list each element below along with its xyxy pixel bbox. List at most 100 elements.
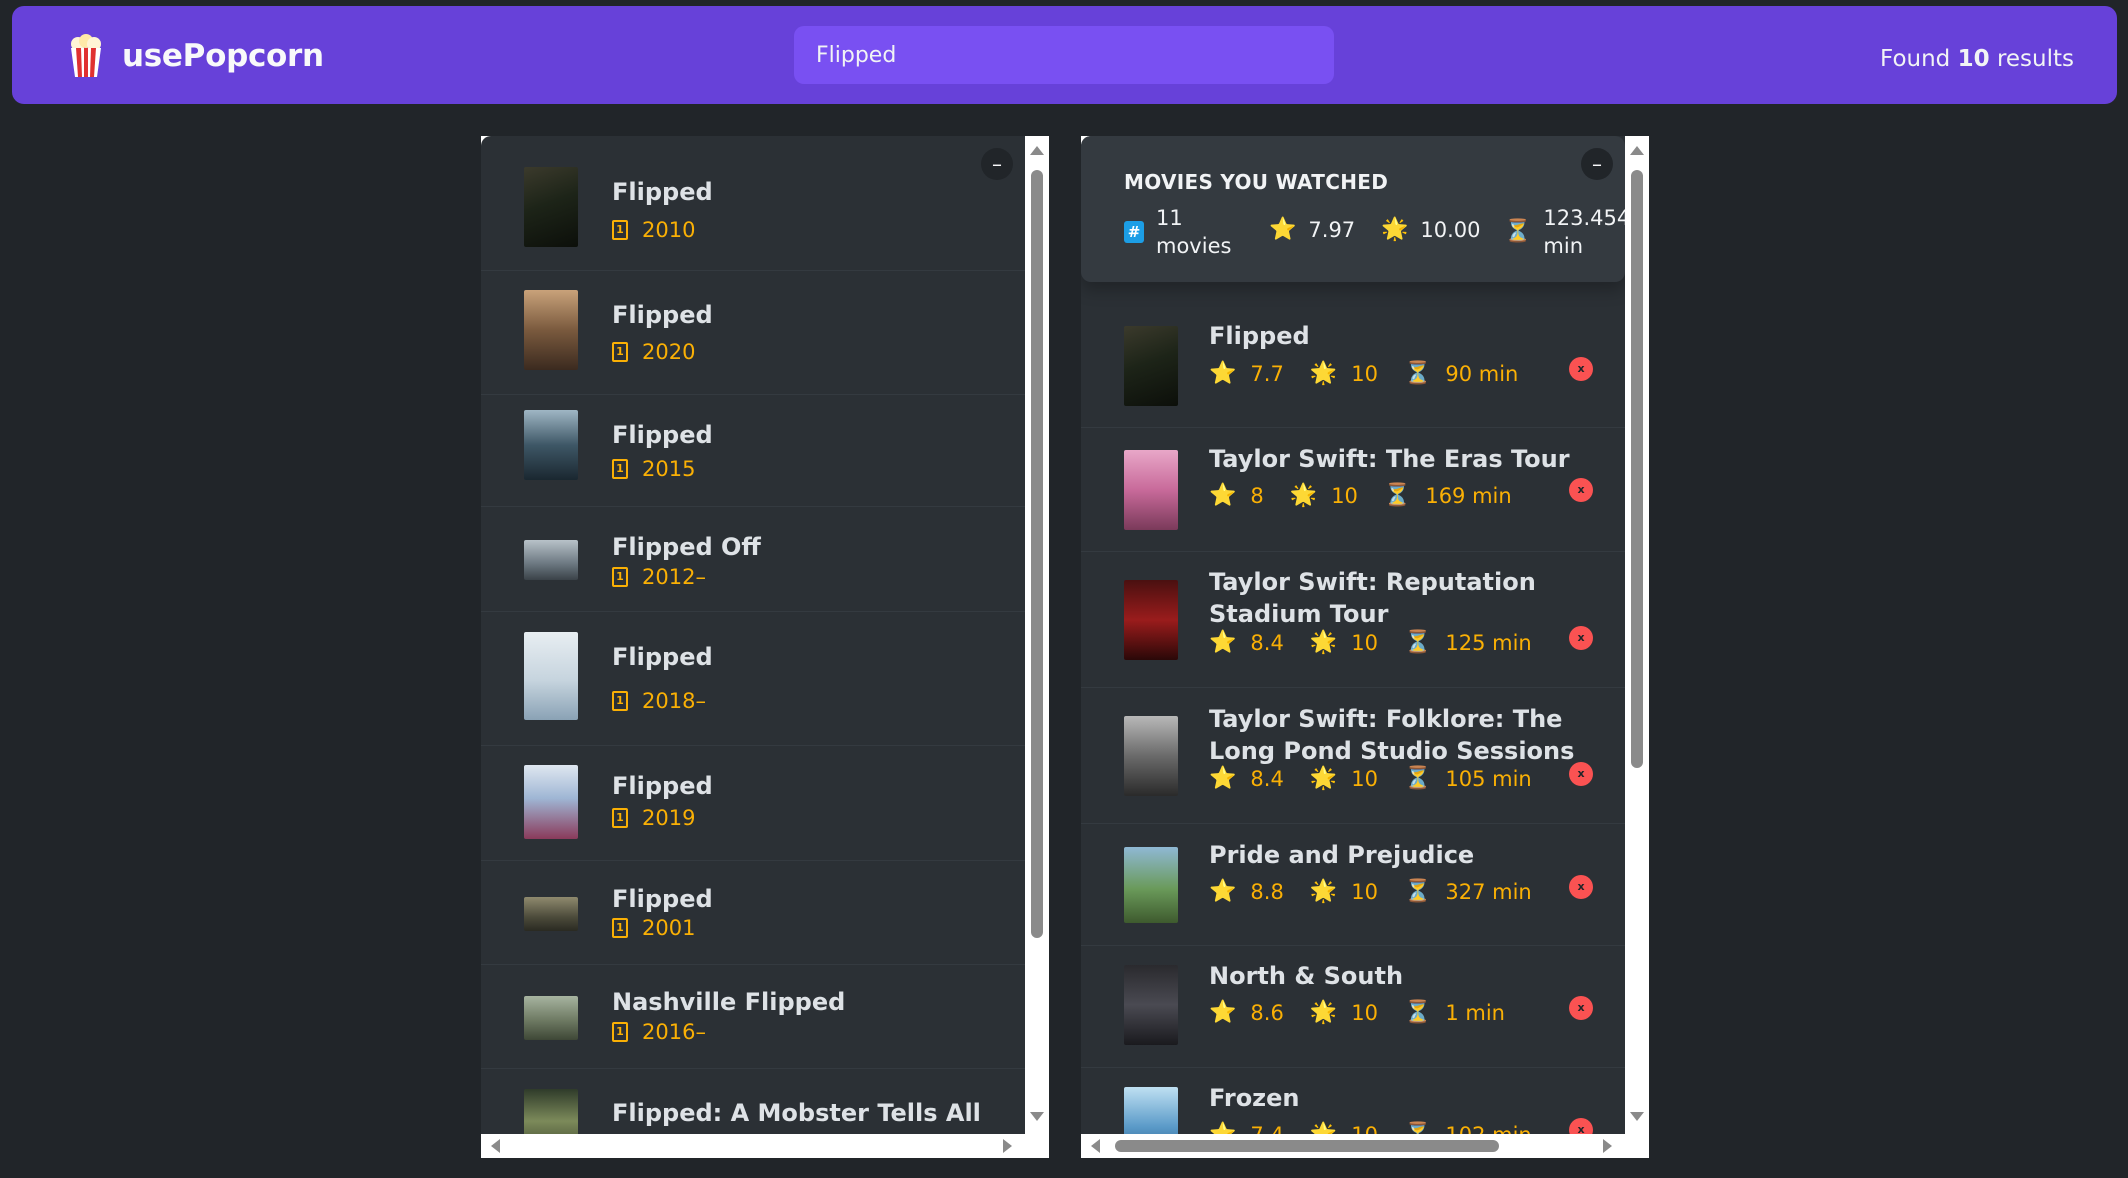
summary-title: MOVIES YOU WATCHED — [1124, 170, 1389, 194]
movie-poster — [1124, 580, 1178, 660]
results-count: Found 10 results — [1880, 46, 2074, 72]
imdb-rating: 7.4 — [1250, 1123, 1283, 1134]
movie-list-item[interactable]: Nashville Flipped 1 2016– — [481, 965, 1025, 1069]
user-rating: 10 — [1351, 1123, 1378, 1134]
hash-icon: # — [1124, 221, 1144, 243]
movie-title: Flipped — [612, 885, 713, 913]
scrollbar-thumb[interactable] — [1031, 170, 1043, 938]
collapse-results-button[interactable]: – — [981, 148, 1013, 180]
calendar-icon: 1 — [612, 567, 628, 587]
movie-list-item[interactable]: Flipped 1 2018– — [481, 612, 1025, 746]
glowing-star-icon: 🌟 — [1309, 1000, 1338, 1025]
scroll-up-arrow-icon[interactable] — [1030, 146, 1044, 155]
collapse-watched-button[interactable]: – — [1581, 148, 1613, 180]
watched-movie-item: Taylor Swift: Reputation Stadium Tour ⭐ 8… — [1081, 552, 1625, 688]
watched-movie-item: Flipped ⭐ 7.7 🌟 10 ⏳ 90 min x — [1081, 306, 1625, 428]
star-icon: ⭐ — [1209, 1000, 1237, 1025]
movie-year: 1 2015 — [612, 457, 695, 481]
movie-title: Taylor Swift: Reputation Stadium Tour — [1209, 568, 1536, 628]
scroll-right-arrow-icon[interactable] — [1603, 1139, 1612, 1153]
calendar-icon: 1 — [612, 220, 628, 240]
scroll-left-arrow-icon[interactable] — [491, 1139, 500, 1153]
year-text: 2015 — [642, 457, 696, 481]
movie-poster — [1124, 847, 1178, 923]
movie-year: 1 2001 — [612, 916, 695, 940]
avg-runtime: 123.4545 — [1543, 206, 1625, 230]
user-rating: 10 — [1351, 1001, 1378, 1025]
glowing-star-icon: 🌟 — [1310, 1124, 1337, 1135]
movie-poster — [524, 897, 578, 931]
delete-button[interactable]: x — [1569, 1118, 1593, 1134]
hourglass-icon: ⏳ — [1403, 361, 1432, 386]
delete-button[interactable]: x — [1569, 626, 1593, 650]
watched-list[interactable]: – MOVIES YOU WATCHED # 11 movies ⭐ 7.97 … — [1081, 136, 1625, 1134]
movie-title: Flipped — [612, 643, 713, 671]
movie-poster — [524, 632, 578, 720]
calendar-icon: 1 — [612, 691, 628, 711]
results-prefix: Found — [1880, 46, 1951, 72]
search-input[interactable] — [794, 26, 1334, 84]
movie-list-item[interactable]: Flipped: A Mobster Tells All — [481, 1069, 1025, 1134]
movie-list-item[interactable]: Flipped 1 2020 — [481, 271, 1025, 395]
movie-stats: ⭐ 8.6 🌟 10 ⏳ 1 min — [1209, 1001, 1531, 1025]
results-horizontal-scrollbar[interactable] — [481, 1134, 1025, 1158]
scrollbar-thumb[interactable] — [1115, 1140, 1499, 1152]
runtime: 102 min — [1445, 1123, 1531, 1134]
scrollbar-thumb[interactable] — [1631, 170, 1643, 768]
stat-avg-imdb: ⭐ 7.97 — [1269, 218, 1355, 242]
movie-stats: ⭐ 7.7 🌟 10 ⏳ 90 min — [1209, 362, 1544, 386]
app-name: usePopcorn — [122, 38, 324, 74]
movie-title: Flipped — [612, 421, 713, 449]
search-results-list[interactable]: – Flipped 1 2010 Flipped 1 2020 Flipped … — [481, 136, 1025, 1134]
delete-button[interactable]: x — [1569, 357, 1593, 381]
movie-list-item[interactable]: Flipped 1 2019 — [481, 746, 1025, 861]
glowing-star-icon: 🌟 — [1309, 766, 1338, 791]
imdb-rating: 8.4 — [1250, 767, 1284, 791]
scroll-up-arrow-icon[interactable] — [1630, 146, 1644, 155]
watched-movie-item: North & South ⭐ 8.6 🌟 10 ⏳ 1 min x — [1081, 946, 1625, 1068]
movie-poster — [524, 765, 578, 839]
movie-list-item[interactable]: Flipped Off 1 2012– — [481, 507, 1025, 612]
delete-button[interactable]: x — [1569, 762, 1593, 786]
scroll-right-arrow-icon[interactable] — [1003, 1139, 1012, 1153]
delete-button[interactable]: x — [1569, 875, 1593, 899]
navbar: usePopcorn Found 10 results — [12, 6, 2117, 104]
scroll-down-arrow-icon[interactable] — [1630, 1112, 1644, 1121]
popcorn-icon — [71, 34, 101, 77]
movie-title: Flipped — [612, 772, 713, 800]
movie-list-item[interactable]: Flipped 1 2001 — [481, 861, 1025, 965]
hourglass-icon: ⏳ — [1383, 483, 1412, 508]
watched-movie-item: Taylor Swift: Folklore: The Long Pond St… — [1081, 688, 1625, 824]
results-suffix: results — [1996, 46, 2074, 72]
movie-stats: ⭐ 8.4 🌟 10 ⏳ 125 min — [1209, 631, 1558, 655]
star-icon: ⭐ — [1209, 361, 1237, 386]
glowing-star-icon: 🌟 — [1309, 361, 1338, 386]
movie-poster — [524, 290, 578, 370]
watched-vertical-scrollbar[interactable] — [1625, 136, 1649, 1134]
scroll-left-arrow-icon[interactable] — [1091, 1139, 1100, 1153]
user-rating: 10 — [1331, 484, 1358, 508]
year-text: 2020 — [642, 340, 696, 364]
delete-button[interactable]: x — [1569, 478, 1593, 502]
movie-poster — [1124, 326, 1178, 406]
hourglass-icon: ⏳ — [1404, 1124, 1431, 1135]
glowing-star-icon: 🌟 — [1289, 483, 1318, 508]
delete-button[interactable]: x — [1569, 996, 1593, 1020]
search-results-box: – Flipped 1 2010 Flipped 1 2020 Flipped … — [481, 136, 1049, 1158]
results-vertical-scrollbar[interactable] — [1025, 136, 1049, 1134]
scroll-down-arrow-icon[interactable] — [1030, 1112, 1044, 1121]
movie-title: Taylor Swift: The Eras Tour — [1209, 445, 1570, 473]
avg-imdb-rating: 7.97 — [1308, 218, 1356, 242]
movies-count: 11 — [1156, 206, 1183, 230]
hourglass-icon: ⏳ — [1403, 766, 1432, 791]
movie-year: 1 2019 — [612, 806, 695, 830]
stat-avg-user: 🌟 10.00 — [1381, 218, 1481, 242]
watched-box: – MOVIES YOU WATCHED # 11 movies ⭐ 7.97 … — [1081, 136, 1649, 1158]
movie-poster — [1124, 965, 1178, 1045]
avg-user-rating: 10.00 — [1420, 218, 1481, 242]
star-icon: ⭐ — [1209, 766, 1237, 791]
watched-horizontal-scrollbar[interactable] — [1081, 1134, 1625, 1158]
movie-list-item[interactable]: Flipped 1 2010 — [481, 136, 1025, 271]
calendar-icon: 1 — [612, 808, 628, 828]
movie-list-item[interactable]: Flipped 1 2015 — [481, 395, 1025, 507]
